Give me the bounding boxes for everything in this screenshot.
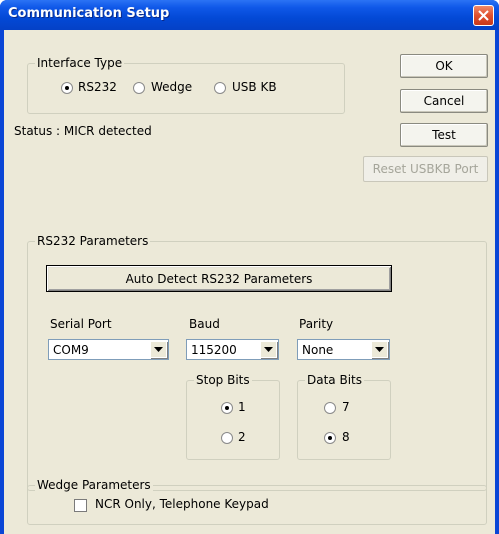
ncr-only-checkbox[interactable] — [74, 499, 87, 512]
radio-rs232-label: RS232 — [78, 80, 117, 94]
baud-dropdown-button[interactable] — [260, 341, 277, 358]
ncr-only-label: NCR Only, Telephone Keypad — [95, 497, 269, 511]
radio-stop-bits-2-label: 2 — [238, 430, 246, 444]
chevron-down-icon — [375, 347, 384, 352]
title-bar[interactable]: Communication Setup — [0, 0, 499, 30]
radio-usbkb-label: USB KB — [232, 80, 277, 94]
serial-port-dropdown-button[interactable] — [150, 341, 167, 358]
ok-button[interactable]: OK — [400, 54, 488, 78]
data-bits-legend: Data Bits — [305, 373, 364, 387]
baud-label: Baud — [189, 317, 220, 331]
serial-port-label: Serial Port — [50, 317, 112, 331]
parity-label: Parity — [299, 317, 334, 331]
dialog-client-area: Interface Type RS232 Wedge USB KB Status… — [4, 30, 495, 534]
close-icon — [478, 10, 489, 21]
radio-stop-bits-1-label: 1 — [238, 400, 246, 414]
radio-data-bits-7-label: 7 — [342, 400, 350, 414]
interface-type-legend: Interface Type — [35, 56, 125, 70]
parity-value: None — [302, 343, 334, 357]
serial-port-select[interactable]: COM9 — [48, 339, 169, 360]
stop-bits-legend: Stop Bits — [194, 373, 252, 387]
radio-data-bits-8-label: 8 — [342, 430, 350, 444]
radio-wedge[interactable] — [133, 82, 145, 94]
baud-select[interactable]: 115200 — [186, 339, 279, 360]
radio-stop-bits-1[interactable] — [221, 402, 233, 414]
data-bits-group: Data Bits — [297, 373, 391, 460]
serial-port-value: COM9 — [53, 343, 89, 357]
dialog-window: Communication Setup Interface Type RS232… — [0, 0, 499, 534]
radio-data-bits-7[interactable] — [324, 402, 336, 414]
radio-data-bits-8[interactable] — [324, 432, 336, 444]
chevron-down-icon — [264, 347, 273, 352]
auto-detect-rs232-button[interactable]: Auto Detect RS232 Parameters — [46, 265, 392, 292]
status-text: Status : MICR detected — [14, 124, 152, 138]
chevron-down-icon — [154, 347, 163, 352]
test-button[interactable]: Test — [400, 123, 488, 147]
wedge-parameters-legend: Wedge Parameters — [35, 478, 153, 492]
reset-usbkb-button[interactable]: Reset USBKB Port — [363, 156, 488, 182]
baud-value: 115200 — [191, 343, 237, 357]
parity-select[interactable]: None — [297, 339, 390, 360]
stop-bits-group: Stop Bits — [186, 373, 280, 460]
rs232-parameters-legend: RS232 Parameters — [35, 234, 151, 248]
radio-wedge-label: Wedge — [151, 80, 193, 94]
radio-rs232[interactable] — [61, 82, 73, 94]
radio-stop-bits-2[interactable] — [221, 432, 233, 444]
radio-usbkb[interactable] — [214, 82, 226, 94]
close-button[interactable] — [473, 5, 494, 26]
parity-dropdown-button[interactable] — [371, 341, 388, 358]
cancel-button[interactable]: Cancel — [400, 89, 488, 113]
window-title: Communication Setup — [8, 6, 170, 21]
